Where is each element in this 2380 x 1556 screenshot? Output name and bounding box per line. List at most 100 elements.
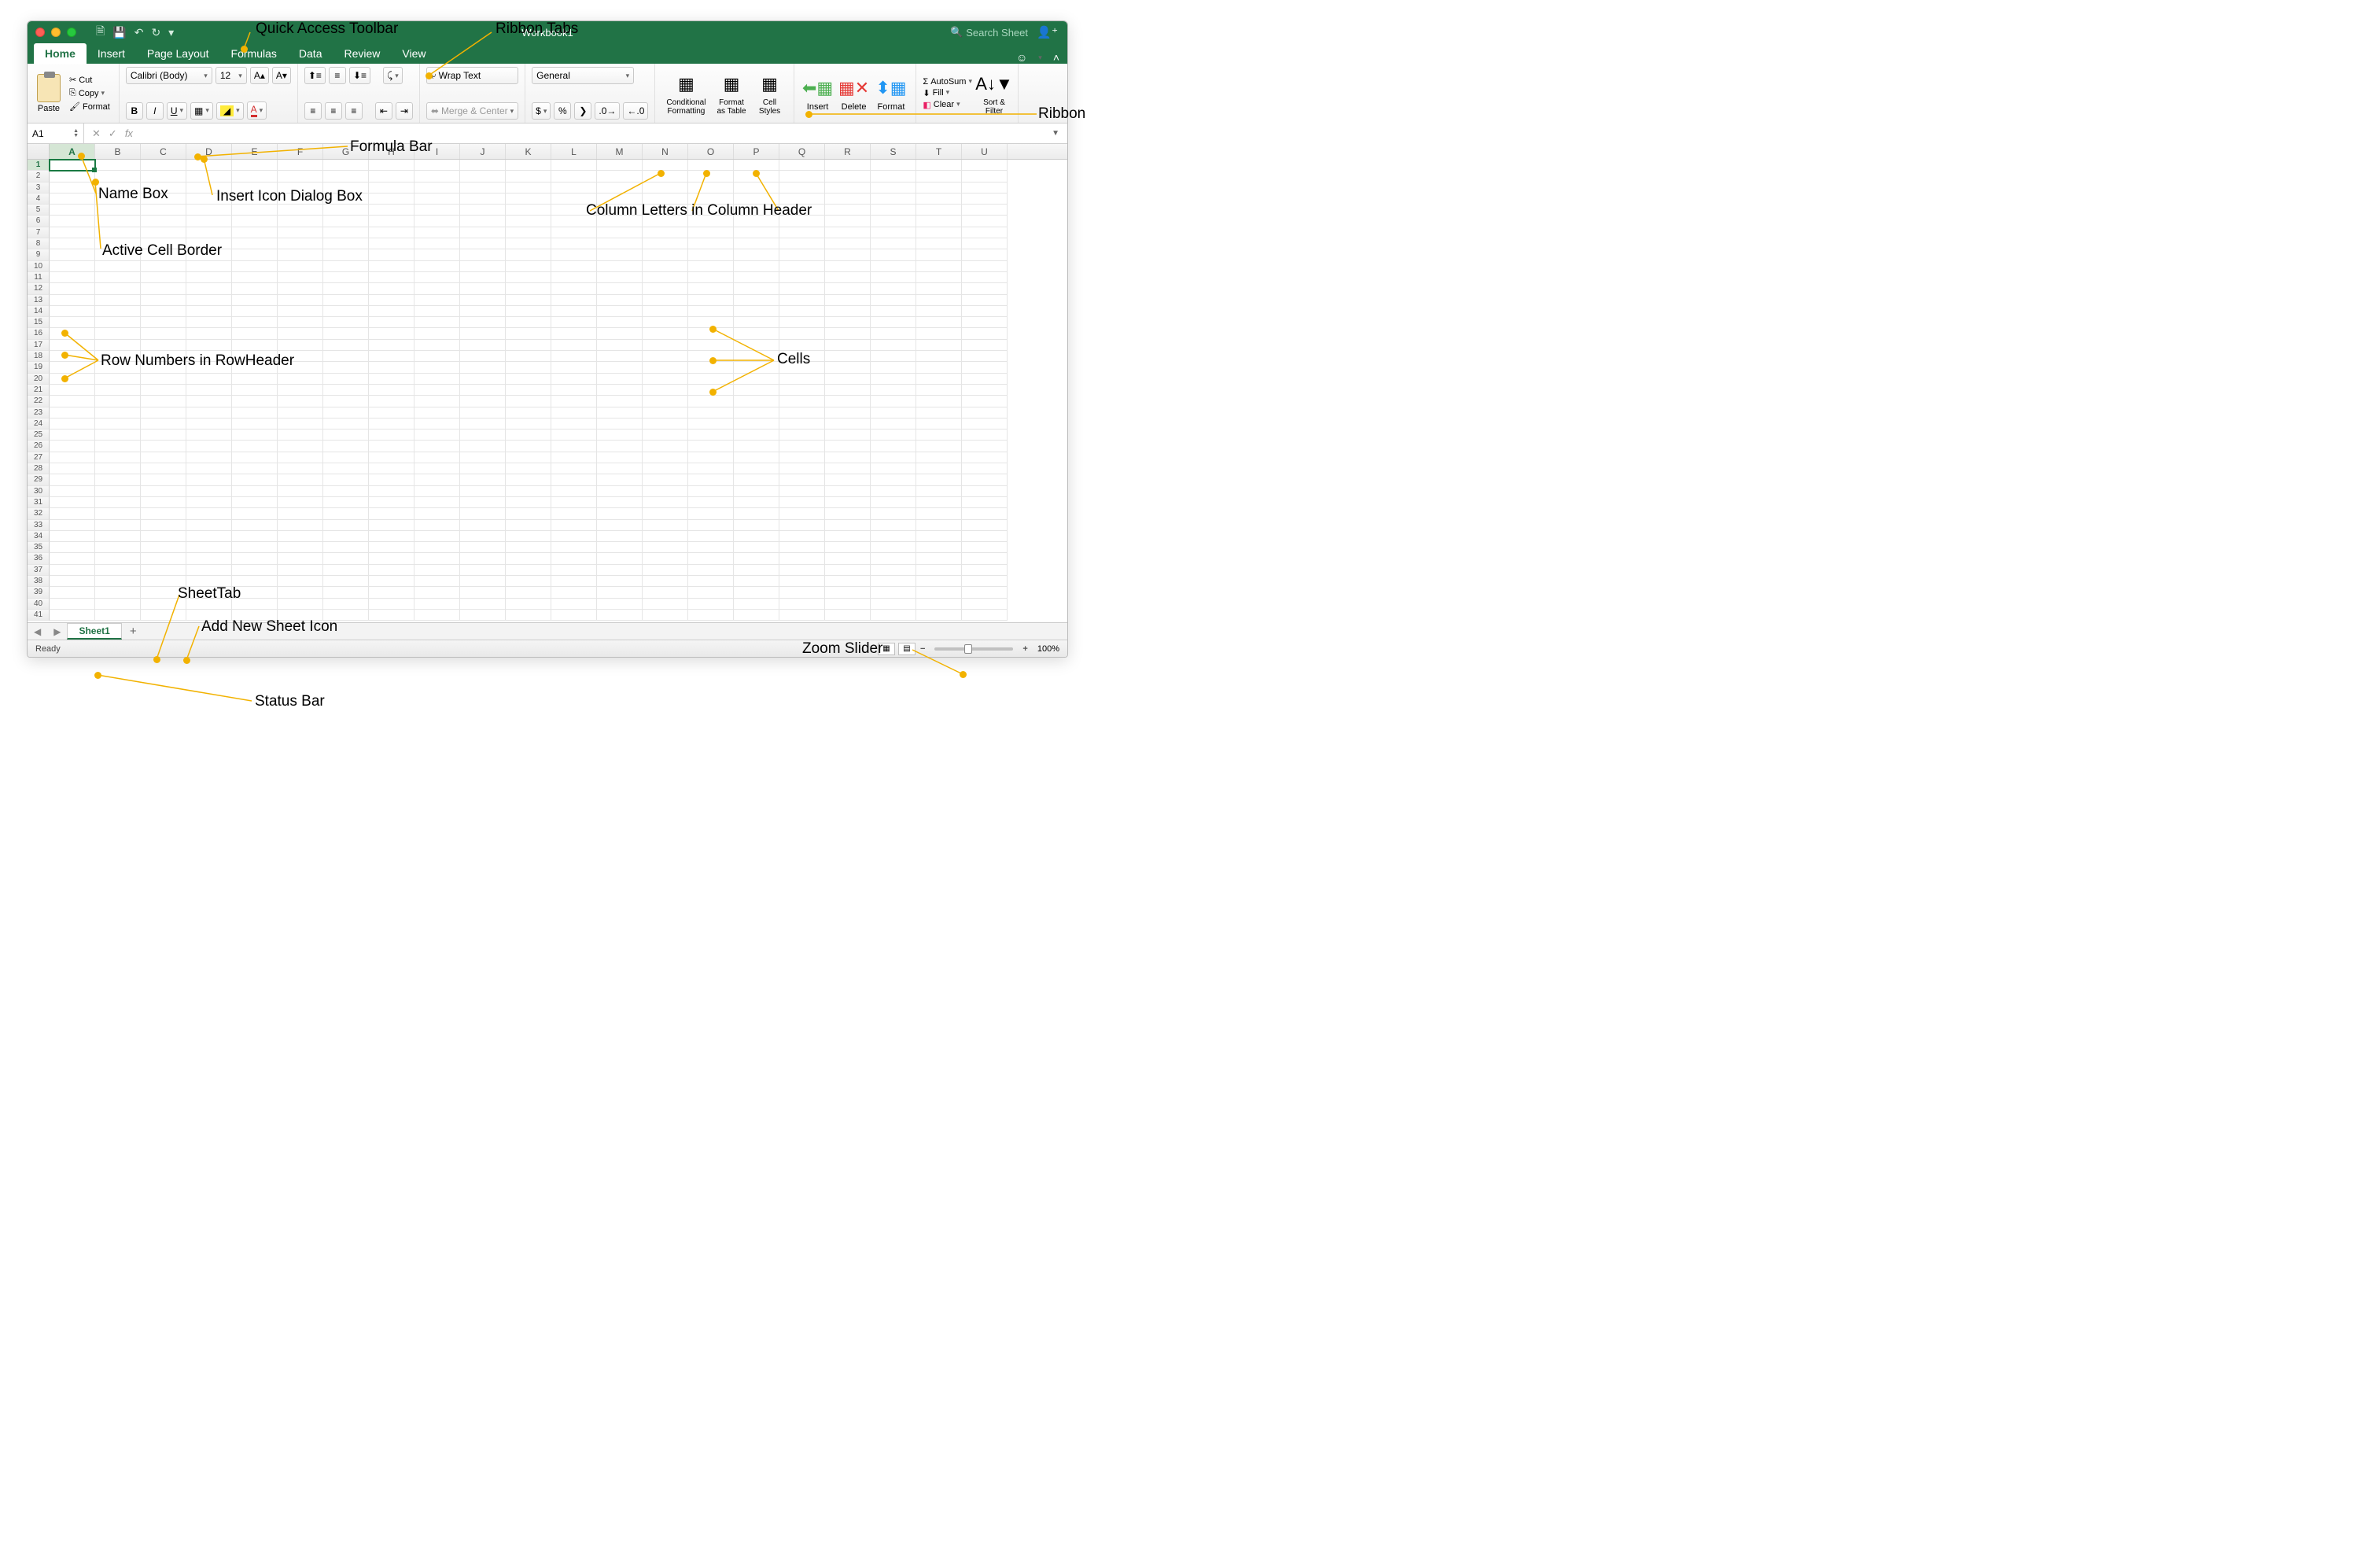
cell-G23[interactable] bbox=[323, 407, 369, 418]
cell-I13[interactable] bbox=[414, 295, 460, 306]
share-icon[interactable]: 👤⁺ bbox=[1037, 25, 1058, 39]
cell-A22[interactable] bbox=[50, 396, 95, 407]
cell-F29[interactable] bbox=[278, 474, 323, 485]
cell-U12[interactable] bbox=[962, 283, 1008, 294]
cell-B9[interactable] bbox=[95, 249, 141, 260]
cell-G19[interactable] bbox=[323, 362, 369, 373]
cell-K15[interactable] bbox=[506, 317, 551, 328]
select-all-corner[interactable] bbox=[28, 144, 50, 159]
cell-B31[interactable] bbox=[95, 497, 141, 508]
cell-N18[interactable] bbox=[643, 351, 688, 362]
cell-L35[interactable] bbox=[551, 542, 597, 553]
cell-L7[interactable] bbox=[551, 227, 597, 238]
cell-C25[interactable] bbox=[141, 430, 186, 441]
cell-J5[interactable] bbox=[460, 205, 506, 216]
cell-F18[interactable] bbox=[278, 351, 323, 362]
cell-G24[interactable] bbox=[323, 418, 369, 430]
cell-P3[interactable] bbox=[734, 183, 779, 194]
cell-S41[interactable] bbox=[871, 610, 916, 621]
cell-B38[interactable] bbox=[95, 576, 141, 587]
sheet-tab[interactable]: Sheet1 bbox=[67, 623, 121, 640]
cell-F6[interactable] bbox=[278, 216, 323, 227]
cell-R2[interactable] bbox=[825, 171, 871, 182]
cell-P7[interactable] bbox=[734, 227, 779, 238]
align-middle-icon[interactable]: ≡ bbox=[329, 67, 346, 84]
cell-T37[interactable] bbox=[916, 565, 962, 576]
cell-F41[interactable] bbox=[278, 610, 323, 621]
cell-Q15[interactable] bbox=[779, 317, 825, 328]
cell-E17[interactable] bbox=[232, 340, 278, 351]
cell-P18[interactable] bbox=[734, 351, 779, 362]
cell-T39[interactable] bbox=[916, 587, 962, 598]
cell-S15[interactable] bbox=[871, 317, 916, 328]
cell-H37[interactable] bbox=[369, 565, 414, 576]
cell-H1[interactable] bbox=[369, 160, 414, 171]
cell-K6[interactable] bbox=[506, 216, 551, 227]
cell-D33[interactable] bbox=[186, 520, 232, 531]
cell-H13[interactable] bbox=[369, 295, 414, 306]
cell-F26[interactable] bbox=[278, 441, 323, 452]
cell-C24[interactable] bbox=[141, 418, 186, 430]
cell-L14[interactable] bbox=[551, 306, 597, 317]
cell-O20[interactable] bbox=[688, 374, 734, 385]
cell-L6[interactable] bbox=[551, 216, 597, 227]
cell-G27[interactable] bbox=[323, 452, 369, 463]
cell-J15[interactable] bbox=[460, 317, 506, 328]
cell-S1[interactable] bbox=[871, 160, 916, 171]
cell-M40[interactable] bbox=[597, 599, 643, 610]
cell-U9[interactable] bbox=[962, 249, 1008, 260]
column-header-I[interactable]: I bbox=[414, 144, 460, 159]
cell-M17[interactable] bbox=[597, 340, 643, 351]
cell-G40[interactable] bbox=[323, 599, 369, 610]
cell-U24[interactable] bbox=[962, 418, 1008, 430]
cell-C31[interactable] bbox=[141, 497, 186, 508]
cell-T31[interactable] bbox=[916, 497, 962, 508]
cell-J19[interactable] bbox=[460, 362, 506, 373]
cell-J27[interactable] bbox=[460, 452, 506, 463]
cell-J3[interactable] bbox=[460, 183, 506, 194]
cell-K5[interactable] bbox=[506, 205, 551, 216]
cell-T28[interactable] bbox=[916, 463, 962, 474]
cell-T35[interactable] bbox=[916, 542, 962, 553]
cell-M3[interactable] bbox=[597, 183, 643, 194]
cell-R38[interactable] bbox=[825, 576, 871, 587]
cut-button[interactable]: ✂Cut bbox=[67, 74, 112, 86]
cell-U37[interactable] bbox=[962, 565, 1008, 576]
cell-O39[interactable] bbox=[688, 587, 734, 598]
autosum-button[interactable]: ΣAutoSum▾ bbox=[923, 77, 972, 87]
cell-D6[interactable] bbox=[186, 216, 232, 227]
cell-A12[interactable] bbox=[50, 283, 95, 294]
name-box[interactable]: A1 ▲▼ bbox=[28, 124, 84, 143]
cell-R25[interactable] bbox=[825, 430, 871, 441]
cell-E29[interactable] bbox=[232, 474, 278, 485]
cell-U22[interactable] bbox=[962, 396, 1008, 407]
add-sheet-icon[interactable]: + bbox=[122, 625, 145, 638]
cell-E16[interactable] bbox=[232, 328, 278, 339]
cell-I3[interactable] bbox=[414, 183, 460, 194]
expand-formula-bar-icon[interactable]: ▼ bbox=[1044, 129, 1067, 138]
cell-U39[interactable] bbox=[962, 587, 1008, 598]
cell-M38[interactable] bbox=[597, 576, 643, 587]
cell-E27[interactable] bbox=[232, 452, 278, 463]
cell-I8[interactable] bbox=[414, 238, 460, 249]
orientation-icon[interactable]: ⤹▾ bbox=[383, 67, 403, 84]
cell-G29[interactable] bbox=[323, 474, 369, 485]
row-header-12[interactable]: 12 bbox=[28, 283, 50, 294]
cell-Q2[interactable] bbox=[779, 171, 825, 182]
cell-Q17[interactable] bbox=[779, 340, 825, 351]
cell-Q7[interactable] bbox=[779, 227, 825, 238]
decrease-decimal-button[interactable]: ←.0 bbox=[623, 102, 648, 120]
cell-M35[interactable] bbox=[597, 542, 643, 553]
row-header-38[interactable]: 38 bbox=[28, 576, 50, 587]
cell-C36[interactable] bbox=[141, 553, 186, 564]
cell-J4[interactable] bbox=[460, 194, 506, 205]
cell-J17[interactable] bbox=[460, 340, 506, 351]
cell-L15[interactable] bbox=[551, 317, 597, 328]
cell-O12[interactable] bbox=[688, 283, 734, 294]
cell-I4[interactable] bbox=[414, 194, 460, 205]
cell-K32[interactable] bbox=[506, 508, 551, 519]
cell-A32[interactable] bbox=[50, 508, 95, 519]
cell-J2[interactable] bbox=[460, 171, 506, 182]
cell-N13[interactable] bbox=[643, 295, 688, 306]
cell-E10[interactable] bbox=[232, 261, 278, 272]
